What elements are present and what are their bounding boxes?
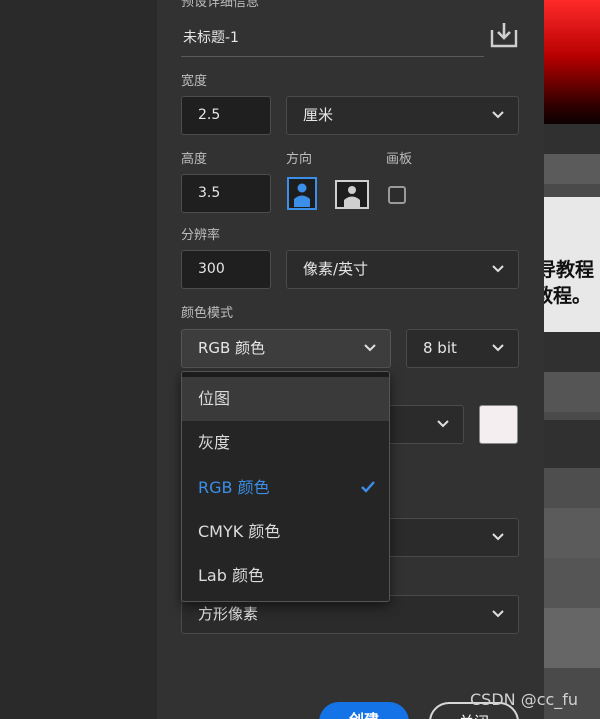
bit-depth-select[interactable]: 8 bit	[406, 329, 519, 368]
chevron-down-icon	[437, 420, 449, 428]
left-background	[0, 0, 157, 719]
background-bar	[544, 558, 600, 608]
height-label: 高度	[181, 152, 208, 167]
option-label: RGB 颜色	[198, 478, 270, 497]
orientation-label: 方向	[286, 152, 313, 167]
width-label: 宽度	[181, 74, 208, 89]
watermark: CSDN @cc_fu	[470, 690, 579, 709]
background-bar	[544, 608, 600, 668]
landscape-orientation-icon[interactable]	[335, 180, 369, 209]
chevron-down-icon	[492, 533, 504, 541]
background-bar	[544, 124, 600, 154]
option-label: 灰度	[198, 433, 231, 452]
background-window: 指导教程 教程。	[544, 0, 600, 719]
chevron-down-icon	[492, 344, 504, 352]
background-bar	[544, 468, 600, 508]
background-bar	[544, 332, 600, 372]
pixel-aspect-value: 方形像素	[198, 605, 259, 623]
color-mode-option-lab[interactable]: Lab 颜色	[182, 554, 389, 598]
color-mode-option-cmyk[interactable]: CMYK 颜色	[182, 510, 389, 554]
document-name-input[interactable]: 未标题-1	[183, 27, 239, 47]
background-bar	[544, 372, 600, 412]
option-label: 位图	[198, 389, 231, 408]
background-text-line: 教程。	[544, 285, 592, 307]
width-unit-value: 厘米	[303, 106, 334, 124]
color-mode-dropdown: 位图 灰度 RGB 颜色 CMYK 颜色 Lab 颜色	[181, 371, 390, 602]
background-color-swatch[interactable]	[479, 405, 518, 444]
color-gradient-preview	[544, 0, 600, 124]
resolution-input[interactable]: 300	[181, 250, 271, 289]
document-name-underline	[181, 56, 484, 57]
height-input[interactable]: 3.5	[181, 174, 271, 213]
color-mode-option-rgb[interactable]: RGB 颜色	[182, 466, 389, 510]
resolution-unit-select[interactable]: 像素/英寸	[286, 250, 519, 289]
artboard-checkbox[interactable]	[388, 186, 406, 204]
color-mode-value: RGB 颜色	[198, 339, 266, 357]
option-label: CMYK 颜色	[198, 522, 281, 541]
portrait-orientation-icon[interactable]	[287, 177, 317, 210]
background-bar	[544, 154, 600, 184]
color-mode-label: 颜色模式	[181, 306, 234, 321]
resolution-label: 分辨率	[181, 228, 221, 243]
background-bar	[544, 508, 600, 558]
save-preset-icon[interactable]	[489, 20, 519, 50]
background-tutorial-text: 指导教程 教程。	[544, 197, 600, 332]
background-bar	[544, 420, 600, 468]
color-mode-option-grayscale[interactable]: 灰度	[182, 421, 389, 465]
create-button[interactable]: 创建	[319, 702, 409, 719]
color-mode-select[interactable]: RGB 颜色	[181, 329, 391, 368]
resolution-unit-value: 像素/英寸	[303, 260, 369, 278]
width-unit-select[interactable]: 厘米	[286, 96, 519, 135]
option-label: Lab 颜色	[198, 566, 264, 585]
preset-details-title: 预设详细信息	[181, 0, 260, 10]
background-text-line: 指导教程	[544, 259, 595, 281]
checkmark-icon	[361, 481, 375, 493]
artboard-label: 画板	[386, 152, 413, 167]
width-input[interactable]: 2.5	[181, 96, 271, 135]
chevron-down-icon	[492, 111, 504, 119]
chevron-down-icon	[492, 610, 504, 618]
chevron-down-icon	[364, 344, 376, 352]
color-mode-option-bitmap[interactable]: 位图	[182, 377, 389, 421]
chevron-down-icon	[492, 265, 504, 273]
bit-depth-value: 8 bit	[423, 339, 457, 357]
